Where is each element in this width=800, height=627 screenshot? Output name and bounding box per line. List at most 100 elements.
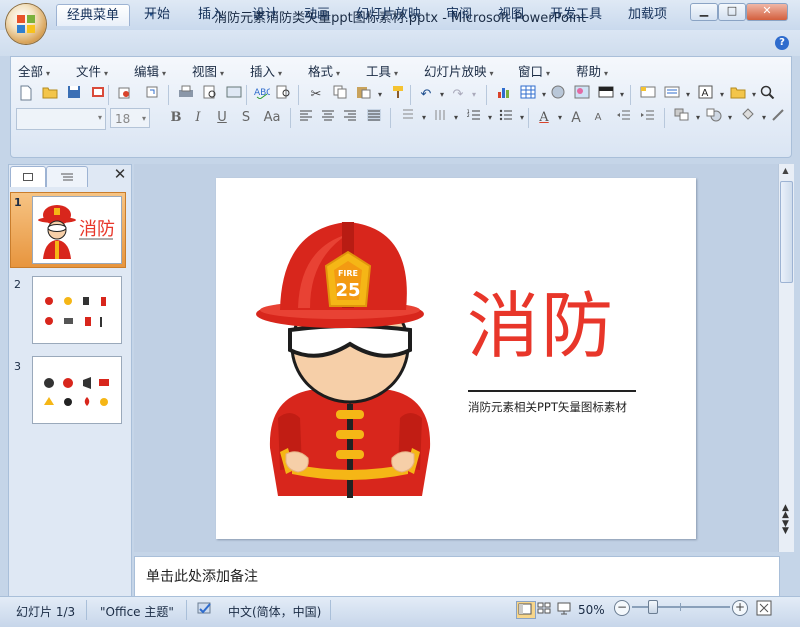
language-indicator[interactable]: 中文(简体，中国) — [228, 603, 321, 620]
bold-button[interactable]: B — [166, 108, 186, 128]
slide-title[interactable]: 消防 — [467, 290, 615, 362]
slide-subtitle[interactable]: 消防元素相关PPT矢量图标素材 — [468, 399, 627, 415]
zoom-level[interactable]: 50% — [578, 603, 605, 617]
next-slide-icon[interactable]: ▼ ▼ — [780, 520, 791, 536]
tab-developer[interactable]: 开发工具 — [540, 4, 612, 26]
tab-review[interactable]: 审阅 — [436, 4, 482, 26]
menu-format[interactable]: 格式 ▾ — [308, 62, 340, 82]
panel-close-icon[interactable]: ✕ — [112, 166, 128, 182]
outline-tab[interactable] — [46, 166, 88, 187]
font-name-combobox[interactable]: ▾ — [16, 108, 106, 130]
menu-help[interactable]: 帮助 ▾ — [576, 62, 608, 82]
slide-thumbnail-3[interactable] — [32, 356, 122, 424]
tab-insert[interactable]: 插入 — [188, 4, 234, 26]
permission-icon[interactable] — [114, 85, 134, 105]
tab-animation[interactable]: 动画 — [294, 4, 340, 26]
spelling-icon[interactable]: ABC — [252, 85, 272, 105]
zoom-out-icon[interactable]: − — [614, 600, 630, 616]
layout-icon[interactable] — [224, 85, 244, 105]
office-button[interactable] — [6, 4, 46, 44]
menu-file[interactable]: 文件 ▾ — [76, 62, 108, 82]
fit-to-window-icon[interactable] — [756, 600, 772, 616]
zoom-slider-track[interactable] — [632, 606, 730, 608]
scroll-thumb[interactable] — [780, 181, 793, 283]
copy-icon[interactable] — [330, 85, 350, 105]
paste-dropdown-icon[interactable]: ▾ — [370, 85, 390, 105]
normal-view-icon[interactable] — [516, 601, 536, 619]
scroll-up-icon[interactable]: ▲ — [780, 166, 791, 178]
attach-icon[interactable] — [142, 85, 162, 105]
shrink-font-icon[interactable]: A — [588, 108, 608, 128]
print-icon[interactable] — [176, 85, 196, 105]
menu-insert[interactable]: 插入 ▾ — [250, 62, 282, 82]
new-slide-icon[interactable] — [638, 85, 658, 105]
picture-icon[interactable] — [572, 85, 592, 105]
chart-icon[interactable] — [494, 85, 514, 105]
menu-window[interactable]: 窗口 ▾ — [518, 62, 550, 82]
slide-sorter-icon[interactable] — [536, 601, 554, 617]
tab-slideshow[interactable]: 幻灯片放映 — [346, 4, 431, 26]
tab-home[interactable]: 开始 — [134, 4, 180, 26]
design-dropdown-icon[interactable]: ▾ — [678, 85, 698, 105]
align-left-icon[interactable] — [296, 108, 316, 128]
help-icon[interactable]: ? — [775, 36, 789, 50]
zoom-in-icon[interactable]: + — [732, 600, 748, 616]
redo-toolbar-dropdown-icon[interactable]: ▾ — [464, 85, 484, 105]
zoom-search-icon[interactable] — [758, 85, 778, 105]
shadow-button[interactable]: S — [236, 108, 256, 128]
shape-outline-icon[interactable] — [768, 108, 788, 128]
tab-addins[interactable]: 加载项 — [618, 4, 677, 26]
menu-slideshow[interactable]: 幻灯片放映 ▾ — [424, 62, 494, 82]
decrease-indent-icon[interactable] — [614, 108, 634, 128]
slide-counter: 幻灯片 1/3 — [16, 605, 76, 619]
increase-indent-icon[interactable] — [638, 108, 658, 128]
font-size-dropdown-icon[interactable]: ▾ — [142, 109, 146, 129]
underline-button[interactable]: U — [212, 108, 232, 128]
menu-edit[interactable]: 编辑 ▾ — [134, 62, 166, 82]
font-size-combobox[interactable]: 18 ▾ — [110, 108, 150, 128]
bullets-dropdown-icon[interactable]: ▾ — [512, 108, 532, 128]
research-icon[interactable] — [274, 85, 294, 105]
slide-number-1: 1 — [14, 196, 22, 209]
toolbar-separator — [664, 108, 665, 128]
preview-icon[interactable] — [200, 85, 220, 105]
spell-check-icon[interactable] — [196, 601, 214, 617]
font-name-dropdown-icon[interactable]: ▾ — [98, 113, 102, 122]
firefighter-thumbnail-icon: 消防 — [38, 205, 115, 259]
menu-tools[interactable]: 工具 ▾ — [366, 62, 398, 82]
slideshow-view-icon[interactable] — [556, 601, 574, 617]
open-folder-icon[interactable] — [40, 85, 60, 105]
notes-placeholder[interactable]: 单击此处添加备注 — [146, 566, 258, 586]
tab-classic-menu[interactable]: 经典菜单 — [56, 4, 131, 26]
tab-design[interactable]: 设计 — [242, 4, 288, 26]
helmet-number: 25 — [335, 280, 360, 301]
zoom-slider-thumb[interactable] — [648, 600, 658, 614]
change-case-button[interactable]: Aa — [260, 108, 284, 128]
close-button[interactable]: ✕ — [746, 3, 788, 21]
menu-view[interactable]: 视图 ▾ — [192, 62, 224, 82]
minimize-button[interactable]: ▁ — [690, 3, 718, 21]
save-doc-icon[interactable] — [64, 85, 84, 105]
print-preview-icon[interactable] — [88, 85, 108, 105]
tab-view[interactable]: 视图 — [488, 4, 534, 26]
svg-text:A: A — [702, 88, 709, 99]
slide-thumbnail-2[interactable] — [32, 276, 122, 344]
slide-layout-dropdown-icon[interactable]: ▾ — [612, 85, 632, 105]
previous-slide-icon[interactable]: ▲ ▲ — [780, 504, 791, 520]
format-painter-icon[interactable] — [388, 85, 408, 105]
clip-art-icon[interactable] — [548, 85, 568, 105]
cut-icon[interactable]: ✂ — [306, 85, 326, 105]
slides-tab[interactable] — [10, 166, 46, 187]
align-center-icon[interactable] — [318, 108, 338, 128]
italic-button[interactable]: I — [188, 108, 208, 128]
menu-all[interactable]: 全部 ▾ — [18, 62, 50, 82]
align-right-icon[interactable] — [340, 108, 360, 128]
justify-icon[interactable] — [364, 108, 384, 128]
grow-font-icon[interactable]: A — [566, 108, 586, 128]
toolbar-separator — [108, 85, 109, 105]
new-doc-icon[interactable] — [16, 85, 36, 105]
slide-thumbnail-1[interactable]: 消防 — [32, 196, 122, 264]
shapes-dropdown-icon[interactable]: ▾ — [720, 108, 740, 128]
line-spacing-dropdown-icon[interactable]: ▾ — [446, 108, 466, 128]
maximize-button[interactable]: □ — [718, 3, 746, 21]
